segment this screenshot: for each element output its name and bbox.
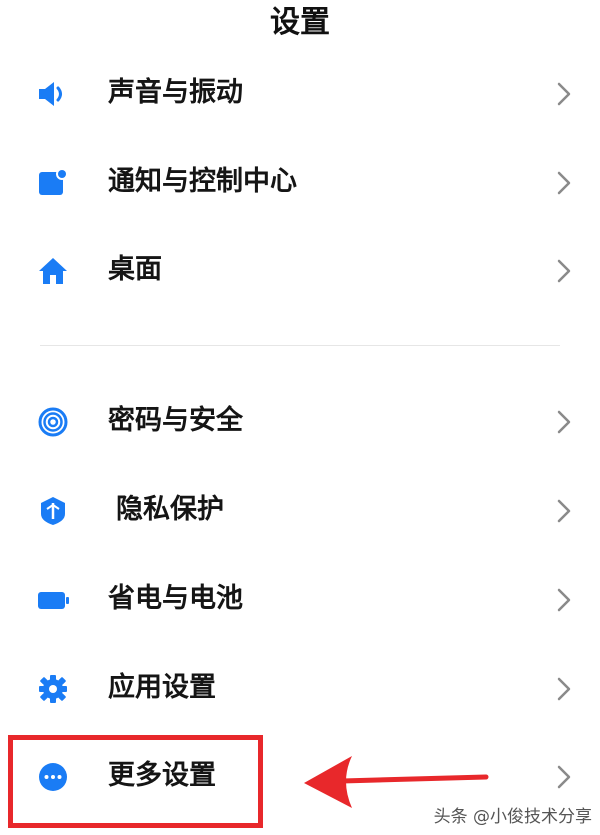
home-icon (36, 256, 70, 286)
settings-item-label: 省电与电池 (108, 583, 243, 614)
notification-icon (36, 168, 70, 198)
privacy-shield-icon (36, 496, 70, 526)
settings-item-privacy[interactable]: 隐私保护 (0, 480, 600, 540)
settings-item-label: 声音与振动 (108, 77, 243, 108)
settings-item-label: 密码与安全 (108, 405, 243, 436)
chevron-right-icon (552, 169, 576, 197)
section-divider (40, 345, 560, 346)
fingerprint-icon (36, 407, 70, 437)
settings-item-label: 应用设置 (108, 672, 216, 703)
watermark: 头条 @小俊技术分享 (433, 807, 592, 827)
chevron-right-icon (552, 80, 576, 108)
settings-item-sound-vibration[interactable]: 声音与振动 (0, 63, 600, 123)
page-title: 设置 (270, 5, 330, 40)
settings-item-label: 隐私保护 (116, 494, 224, 525)
settings-item-label: 桌面 (108, 254, 162, 285)
speaker-icon (36, 79, 70, 109)
chevron-right-icon (552, 763, 576, 791)
chevron-right-icon (552, 497, 576, 525)
highlight-box (8, 735, 263, 828)
settings-item-password-security[interactable]: 密码与安全 (0, 391, 600, 451)
settings-item-battery[interactable]: 省电与电池 (0, 569, 600, 629)
battery-icon (36, 585, 70, 615)
settings-item-app-settings[interactable]: 应用设置 (0, 658, 600, 718)
chevron-right-icon (552, 408, 576, 436)
settings-item-home-screen[interactable]: 桌面 (0, 240, 600, 300)
chevron-right-icon (552, 257, 576, 285)
settings-item-label: 通知与控制中心 (108, 166, 297, 197)
chevron-right-icon (552, 675, 576, 703)
chevron-right-icon (552, 586, 576, 614)
settings-item-notifications[interactable]: 通知与控制中心 (0, 152, 600, 212)
gear-icon (36, 674, 70, 704)
